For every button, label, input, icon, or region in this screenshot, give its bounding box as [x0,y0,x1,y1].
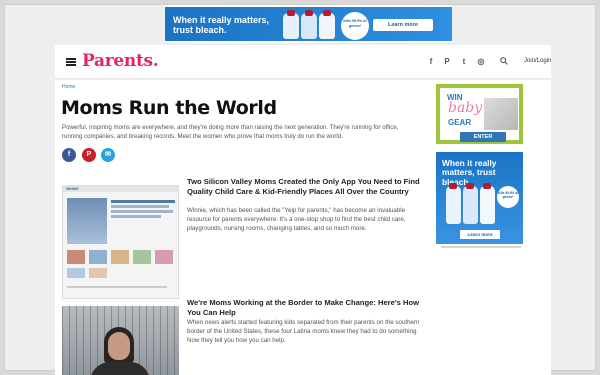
article-title[interactable]: We're Moms Working at the Border to Make… [187,298,427,317]
kills-germs-badge: Kills 99.9% of germs* [497,186,519,208]
thumb-photo [67,268,85,278]
bottle-cap [323,10,331,16]
learn-more-button[interactable]: Learn more [373,19,433,31]
thumb-text-line [111,215,161,218]
facebook-share-button[interactable]: f [62,148,76,162]
top-banner-ad[interactable]: When it really matters, trust bleach. Ki… [165,5,452,43]
article-description: Winnie, which has been called the "Yelp … [187,207,406,233]
facebook-icon[interactable]: f [426,57,436,66]
learn-more-button[interactable]: Learn more [460,230,500,239]
join-login-link[interactable]: Join/Login [524,58,551,64]
thumb-photo [133,250,151,264]
thumb-hero-image [67,198,107,244]
article-thumbnail[interactable] [62,306,179,375]
thumb-photo [155,250,173,264]
parents-logo[interactable]: Parents. [82,51,159,71]
article-card[interactable]: WINNIE Two Silicon Valley Moms Created t… [62,177,427,299]
article-thumbnail[interactable]: WINNIE [62,185,179,299]
bleach-bottle-image [301,13,317,39]
site-header: Parents. f P t ◎ Join/Login [55,45,551,79]
sidebar-ad-baby-gear[interactable]: WIN baby GEAR ENTER [436,84,523,144]
thumb-text-line [111,210,173,213]
bleach-bottle-image [463,186,478,224]
pinterest-icon[interactable]: P [442,57,452,66]
twitter-icon[interactable]: t [459,57,469,66]
main-content: Home Moms Run the World Powerful, inspir… [55,80,551,375]
ad-headline: When it really matters, trust bleach. [173,15,270,35]
ad-baby-text: baby [448,100,483,116]
enter-button[interactable]: ENTER [460,132,506,142]
sidebar-ad-bleach[interactable]: When it really matters, trust bleach. Ki… [436,152,523,244]
ad-products-image [484,98,518,130]
thumb-text-line [111,200,175,203]
browser-bar [63,186,178,192]
thumb-photo [111,250,129,264]
bottle-cap [466,183,474,189]
thumb-footer [67,286,167,288]
thumb-brand: WINNIE [66,187,79,191]
breadcrumb[interactable]: Home [62,84,75,90]
thumb-photo [89,250,107,264]
article-description: When news alerts started featuring kids … [187,319,420,345]
portrait-face [108,332,130,360]
thumb-photo [67,250,85,264]
bottle-cap [449,183,457,189]
bleach-bottle-image [446,186,461,224]
ad-background: When it really matters, trust bleach. Ki… [165,7,452,41]
bottle-cap [287,10,295,16]
thumb-photo [89,268,107,278]
page-description: Powerful, inspiring moms are everywhere,… [62,124,399,140]
ad-disclaimer-line [441,246,521,248]
article-title[interactable]: Two Silicon Valley Moms Created the Only… [187,177,427,196]
bottle-cap [483,183,491,189]
thumb-text-line [111,205,169,208]
ad-gear-text: GEAR [448,118,472,127]
bleach-bottle-image [319,13,335,39]
email-share-button[interactable]: ✉ [101,148,115,162]
kills-germs-badge: Kills 99.9% of germs* [341,12,369,40]
search-icon[interactable] [500,57,508,67]
instagram-icon[interactable]: ◎ [476,57,486,66]
bleach-bottle-image [480,186,495,224]
page-title: Moms Run the World [61,97,277,119]
bleach-bottle-image [283,13,299,39]
article-card[interactable]: We're Moms Working at the Border to Make… [62,298,427,375]
hamburger-menu-icon[interactable] [66,58,76,66]
pinterest-share-button[interactable]: P [82,148,96,162]
browser-frame: When it really matters, trust bleach. Ki… [4,4,596,375]
ad-panel: WIN baby GEAR ENTER [440,88,519,142]
bottle-cap [305,10,313,16]
